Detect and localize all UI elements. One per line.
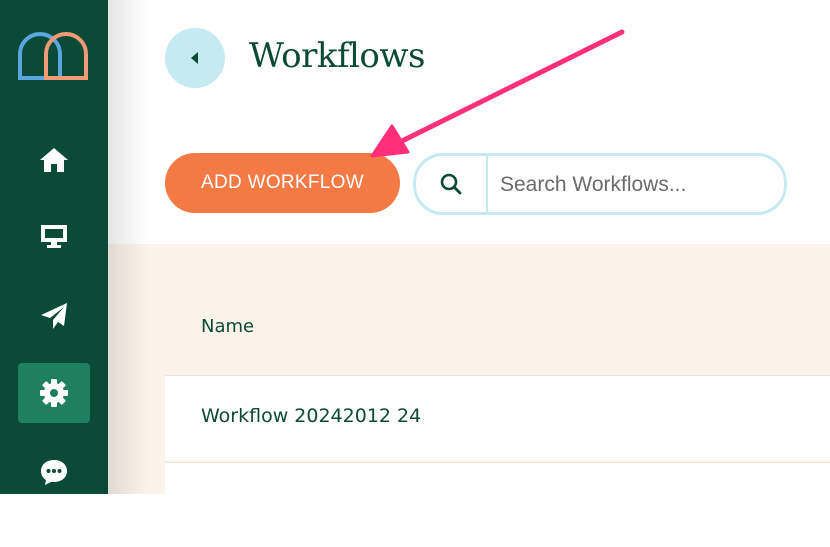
table-row[interactable] [165,462,830,547]
search-button[interactable] [416,156,488,212]
table-row[interactable]: Workflow 20242012 24 [165,375,830,460]
sidebar-item-monitor[interactable] [18,206,90,266]
workflow-name[interactable]: Workflow 20242012 24 [201,405,421,427]
sidebar-item-chat[interactable] [18,442,90,502]
add-workflow-button[interactable]: ADD WORKFLOW [165,153,400,213]
brand-logo[interactable] [16,28,90,82]
page-title: Workflows [249,36,425,76]
caret-left-icon [191,52,198,64]
column-header-name[interactable]: Name [201,316,254,337]
sidebar-item-home[interactable] [18,130,90,190]
search-icon [440,173,462,195]
toolbar: ADD WORKFLOW [108,122,830,244]
paper-plane-icon [41,303,67,329]
gear-icon [40,379,68,407]
page-header: Workflows [108,0,830,123]
chat-icon [41,460,67,485]
workflows-table: Name Workflow 20242012 24 [108,244,830,547]
monitor-icon [41,225,67,248]
sidebar-item-settings[interactable] [18,363,90,423]
back-button[interactable] [165,28,225,88]
search-box[interactable] [413,153,787,215]
sidebar-shadow [108,0,148,494]
sidebar [0,0,108,494]
search-input[interactable] [498,168,772,202]
sidebar-item-send[interactable] [18,286,90,346]
home-icon [40,148,68,172]
